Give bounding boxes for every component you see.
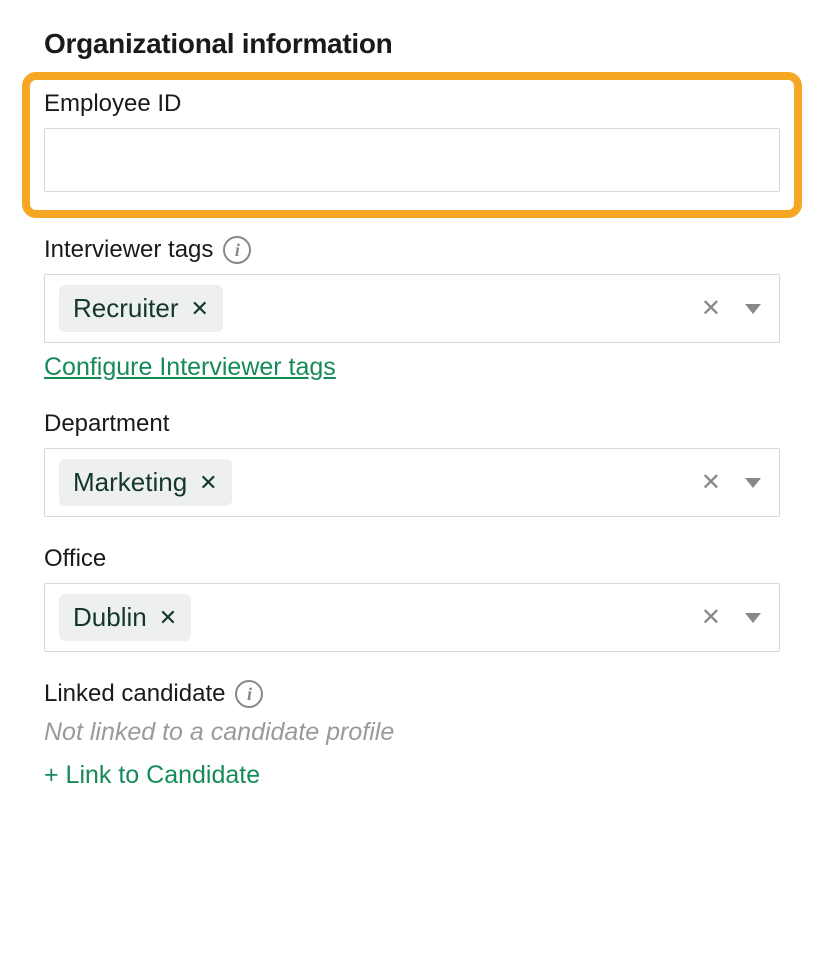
interviewer-tags-label: Interviewer tags i bbox=[44, 236, 780, 264]
link-to-candidate-button[interactable]: + Link to Candidate bbox=[44, 761, 780, 790]
department-label: Department bbox=[44, 410, 780, 438]
tag-chip: Recruiter ✕ bbox=[59, 285, 223, 332]
linked-candidate-label: Linked candidate i bbox=[44, 680, 780, 708]
section-title: Organizational information bbox=[44, 28, 780, 60]
dropdown-caret-icon[interactable] bbox=[745, 478, 761, 488]
department-select[interactable]: Marketing ✕ ✕ bbox=[44, 448, 780, 517]
employee-id-label: Employee ID bbox=[44, 90, 780, 118]
interviewer-tags-select[interactable]: Recruiter ✕ ✕ bbox=[44, 274, 780, 343]
employee-id-highlight: Employee ID bbox=[22, 72, 802, 218]
employee-id-input[interactable] bbox=[44, 128, 780, 192]
interviewer-tags-label-text: Interviewer tags bbox=[44, 236, 213, 264]
dropdown-caret-icon[interactable] bbox=[745, 613, 761, 623]
clear-all-icon[interactable]: ✕ bbox=[693, 293, 729, 325]
info-icon[interactable]: i bbox=[235, 680, 263, 708]
info-icon[interactable]: i bbox=[223, 236, 251, 264]
linked-candidate-label-text: Linked candidate bbox=[44, 680, 225, 708]
tag-chip: Marketing ✕ bbox=[59, 459, 232, 506]
office-field: Office Dublin ✕ ✕ bbox=[44, 545, 780, 652]
department-field: Department Marketing ✕ ✕ bbox=[44, 410, 780, 517]
interviewer-tags-field: Interviewer tags i Recruiter ✕ ✕ Configu… bbox=[44, 236, 780, 382]
chip-label: Marketing bbox=[73, 467, 187, 498]
configure-interviewer-tags-link[interactable]: Configure Interviewer tags bbox=[44, 353, 336, 382]
remove-chip-icon[interactable]: ✕ bbox=[159, 607, 177, 629]
linked-candidate-status: Not linked to a candidate profile bbox=[44, 718, 780, 747]
chip-label: Recruiter bbox=[73, 293, 178, 324]
tag-chip: Dublin ✕ bbox=[59, 594, 191, 641]
remove-chip-icon[interactable]: ✕ bbox=[199, 472, 217, 494]
dropdown-caret-icon[interactable] bbox=[745, 304, 761, 314]
clear-all-icon[interactable]: ✕ bbox=[693, 467, 729, 499]
office-select[interactable]: Dublin ✕ ✕ bbox=[44, 583, 780, 652]
office-label: Office bbox=[44, 545, 780, 573]
chip-label: Dublin bbox=[73, 602, 147, 633]
linked-candidate-field: Linked candidate i Not linked to a candi… bbox=[44, 680, 780, 790]
clear-all-icon[interactable]: ✕ bbox=[693, 602, 729, 634]
remove-chip-icon[interactable]: ✕ bbox=[190, 298, 208, 320]
